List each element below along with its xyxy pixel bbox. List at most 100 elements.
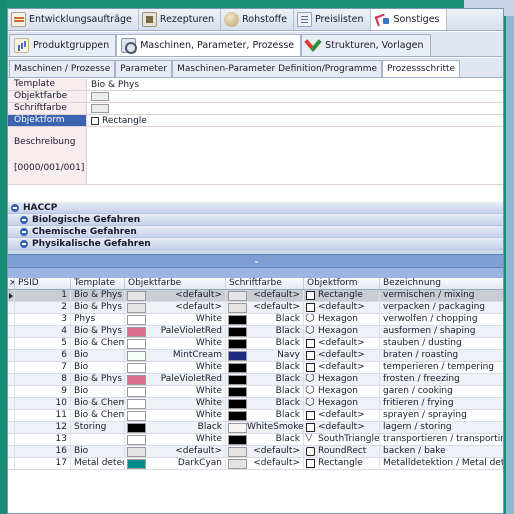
cell-psid[interactable]: 16 — [15, 446, 71, 457]
cell-objektfarbe[interactable]: PaleVioletRed — [125, 374, 226, 385]
table-row[interactable]: 11 Bio & Chem White Black <default> sprayen /… — [8, 410, 503, 422]
table-row[interactable]: 16 Bio <default> <default> RoundRect backen /… — [8, 446, 503, 458]
cell-objektfarbe[interactable]: White — [125, 338, 226, 349]
cell-template[interactable]: Bio — [71, 350, 125, 361]
cell-bezeichnung[interactable]: transportieren / transporting — [380, 434, 503, 445]
column-header-objektfarbe[interactable]: Objektfarbe — [125, 278, 226, 289]
row-indicator[interactable] — [8, 398, 15, 409]
cell-objektfarbe[interactable]: PaleVioletRed — [125, 326, 226, 337]
row-indicator[interactable] — [8, 410, 15, 421]
table-row[interactable]: 9Bio White Black Hexagon garen / cooking — [8, 386, 503, 398]
cell-template[interactable]: Storing — [71, 422, 125, 433]
column-header-psid[interactable]: PSID — [15, 278, 71, 289]
cell-template[interactable]: Bio & Phys — [71, 326, 125, 337]
beschreibung-field[interactable] — [86, 127, 503, 184]
schriftfarbe-field[interactable] — [86, 103, 503, 114]
table-row[interactable]: 2 Bio & Phys <default> <default> <default> ve… — [8, 302, 503, 314]
cell-template[interactable]: Bio & Chem — [71, 398, 125, 409]
cell-bezeichnung[interactable]: lagern / storing — [380, 422, 503, 433]
cell-schriftfarbe[interactable]: Black — [226, 434, 304, 445]
objektfarbe-swatch[interactable] — [91, 92, 109, 101]
cell-bezeichnung[interactable]: sprayen / spraying — [380, 410, 503, 421]
cell-template[interactable]: Bio — [71, 362, 125, 373]
cell-objektfarbe[interactable]: White — [125, 362, 226, 373]
cell-bezeichnung[interactable]: Metalldetektion / Metal detection — [380, 458, 503, 469]
cell-bezeichnung[interactable]: braten / roasting — [380, 350, 503, 361]
cell-template[interactable]: Bio — [71, 446, 125, 457]
cell-schriftfarbe[interactable]: <default> — [226, 302, 304, 313]
cell-objektform[interactable]: Hexagon — [304, 398, 380, 409]
cell-schriftfarbe[interactable]: Black — [226, 314, 304, 325]
tab-produktgruppen[interactable]: Produktgruppen — [9, 34, 117, 56]
row-indicator[interactable] — [8, 302, 15, 313]
schriftfarbe-swatch[interactable] — [91, 104, 109, 113]
cell-template[interactable] — [71, 434, 125, 445]
collapse-icon[interactable] — [20, 227, 28, 236]
table-row[interactable]: 8Bio & Phys PaleVioletRed Black Hexagon fros… — [8, 374, 503, 386]
cell-objektfarbe[interactable]: White — [125, 386, 226, 397]
cell-bezeichnung[interactable]: verwolfen / chopping — [380, 314, 503, 325]
cell-objektform[interactable]: Hexagon — [304, 326, 380, 337]
cell-bezeichnung[interactable]: stauben / dusting — [380, 338, 503, 349]
cell-objektfarbe[interactable]: MintCream — [125, 350, 226, 361]
table-row[interactable]: 12 Storing Black WhiteSmoke <default> lagern … — [8, 422, 503, 434]
table-row[interactable]: 7 Bio White Black <default> temperieren / tem… — [8, 362, 503, 374]
cell-objektform[interactable]: <default> — [304, 338, 380, 349]
column-header-objektform[interactable]: Objektform — [304, 278, 380, 289]
cell-bezeichnung[interactable]: verpacken / packaging — [380, 302, 503, 313]
cell-psid[interactable]: 6 — [15, 350, 71, 361]
cell-psid[interactable]: 7 — [15, 362, 71, 373]
cell-objektform[interactable]: <default> — [304, 362, 380, 373]
tab-rezepturen[interactable]: Rezepturen — [139, 9, 222, 30]
cell-psid[interactable]: 10 — [15, 398, 71, 409]
cell-psid[interactable]: 3 — [15, 314, 71, 325]
template-field[interactable]: Bio & Phys — [86, 79, 503, 90]
cell-psid[interactable]: 13 — [15, 434, 71, 445]
table-row[interactable]: 10Bio & Chem White Black Hexagon fritieren /… — [8, 398, 503, 410]
column-header-template[interactable]: Template — [71, 278, 125, 289]
cell-psid[interactable]: 8 — [15, 374, 71, 385]
collapse-icon[interactable] — [11, 203, 19, 212]
cell-psid[interactable]: 9 — [15, 386, 71, 397]
tab-maschinen-prozesse[interactable]: Maschinen / Prozesse — [9, 60, 116, 77]
row-indicator[interactable] — [8, 314, 15, 325]
cell-bezeichnung[interactable]: vermischen / mixing — [380, 290, 503, 301]
tab-strukturen-vorlagen[interactable]: Strukturen, Vorlagen — [301, 34, 431, 56]
cell-objektform[interactable]: RoundRect — [304, 446, 380, 457]
row-indicator[interactable] — [8, 434, 15, 445]
cell-objektform[interactable]: <default> — [304, 410, 380, 421]
haccp-item-physikalische[interactable]: Physikalische Gefahren — [8, 238, 503, 250]
haccp-item-biologische[interactable]: Biologische Gefahren — [8, 214, 503, 226]
header-close-icon[interactable]: × — [8, 278, 15, 289]
cell-schriftfarbe[interactable]: Black — [226, 410, 304, 421]
collapse-icon[interactable] — [20, 215, 28, 224]
cell-psid[interactable]: 4 — [15, 326, 71, 337]
row-indicator[interactable] — [8, 290, 15, 301]
cell-objektfarbe[interactable]: White — [125, 314, 226, 325]
cell-psid[interactable]: 17 — [15, 458, 71, 469]
cell-objektform[interactable]: Rectangle — [304, 290, 380, 301]
row-indicator[interactable] — [8, 338, 15, 349]
cell-objektform[interactable]: SouthTriangle — [304, 434, 380, 445]
cell-objektform[interactable]: <default> — [304, 422, 380, 433]
cell-template[interactable]: Bio & Chem — [71, 410, 125, 421]
cell-schriftfarbe[interactable]: Navy — [226, 350, 304, 361]
cell-bezeichnung[interactable]: garen / cooking — [380, 386, 503, 397]
haccp-item-chemische[interactable]: Chemische Gefahren — [8, 226, 503, 238]
row-indicator[interactable] — [8, 362, 15, 373]
table-row[interactable]: 13 White Black SouthTriangletransportieren … — [8, 434, 503, 446]
row-indicator[interactable] — [8, 446, 15, 457]
row-indicator[interactable] — [8, 458, 15, 469]
cell-template[interactable]: Bio & Phys — [71, 290, 125, 301]
cell-psid[interactable]: 1 — [15, 290, 71, 301]
objektform-field[interactable]: Rectangle — [86, 115, 503, 126]
tab-entwicklungsauftraege[interactable]: Entwicklungsaufträge — [8, 9, 139, 30]
cell-psid[interactable]: 2 — [15, 302, 71, 313]
tab-parameter[interactable]: Parameter — [115, 60, 173, 77]
cell-objektform[interactable]: Hexagon — [304, 386, 380, 397]
cell-template[interactable]: Bio & Phys — [71, 302, 125, 313]
tab-maschinen-parameter-prozesse[interactable]: Maschinen, Parameter, Prozesse — [116, 34, 302, 56]
tab-preislisten[interactable]: Preislisten — [294, 9, 371, 30]
cell-objektform[interactable]: Hexagon — [304, 314, 380, 325]
row-indicator[interactable] — [8, 350, 15, 361]
